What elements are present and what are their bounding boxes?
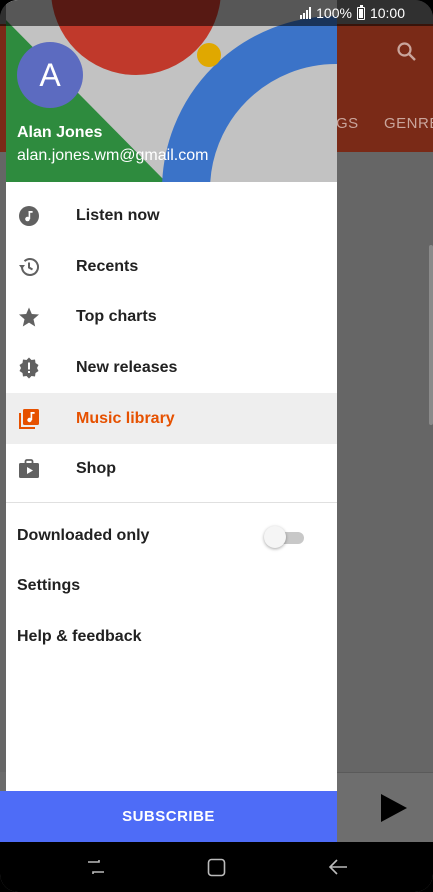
downloaded-only-label: Downloaded only [17,527,150,544]
subscribe-button[interactable]: SUBSCRIBE [0,791,337,842]
avatar[interactable]: A [17,42,83,108]
clock: 10:00 [369,5,405,21]
home-icon[interactable] [207,858,226,877]
background-tab-songs: GS [336,115,359,132]
listen-now-icon [19,206,39,227]
help-feedback-label: Help & feedback [17,628,142,645]
nav-label: Music library [76,409,175,427]
status-bar: 100% 10:00 [0,0,433,26]
star-icon [19,307,39,327]
play-icon [381,794,407,822]
nav-item-listen-now[interactable]: Listen now [6,191,337,242]
toggle-thumb [264,526,286,548]
downloaded-only-row[interactable]: Downloaded only [6,512,337,562]
battery-percentage: 100% [316,5,352,21]
shop-icon [19,459,39,479]
nav-item-new-releases[interactable]: New releases [6,343,337,394]
background-tab-genres: GENRE [384,115,433,132]
recent-apps-icon[interactable] [86,858,106,876]
nav-label: Top charts [76,308,157,326]
downloaded-only-toggle[interactable] [264,526,308,548]
search-icon [397,42,416,61]
signal-icon [300,7,312,19]
drawer-divider [6,502,337,503]
phone-screen: GS GENRE 100% 10:00 A Alan Jones [0,0,433,892]
nav-label: New releases [76,359,178,377]
navigation-drawer: A Alan Jones alan.jones.wm@gmail.com Lis… [6,0,337,842]
nav-item-music-library[interactable]: Music library [6,393,337,444]
system-navigation-bar [0,842,433,892]
nav-label: Shop [76,460,116,478]
nav-item-top-charts[interactable]: Top charts [6,292,337,343]
edge-panel-handle[interactable] [429,245,433,425]
nav-item-recents[interactable]: Recents [6,242,337,293]
back-icon[interactable] [328,858,348,876]
recents-icon [19,257,39,276]
settings-item[interactable]: Settings [6,562,337,612]
account-email: alan.jones.wm@gmail.com [17,147,209,164]
nav-label: Recents [76,257,139,275]
battery-icon [356,4,365,20]
account-header[interactable]: A Alan Jones alan.jones.wm@gmail.com [6,0,337,182]
help-feedback-item[interactable]: Help & feedback [6,613,337,663]
drawer-nav-list: Listen now Recents Top charts New releas… [6,191,337,495]
new-releases-icon [19,357,39,379]
music-library-icon [19,408,39,429]
settings-label: Settings [17,577,81,594]
account-name: Alan Jones [17,124,103,141]
nav-label: Listen now [76,207,160,225]
nav-item-shop[interactable]: Shop [6,444,337,495]
